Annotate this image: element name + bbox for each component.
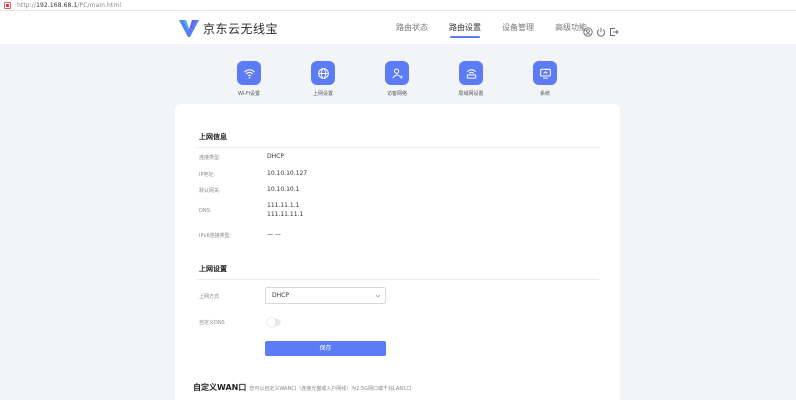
subnav-system[interactable]: 系统 bbox=[515, 61, 575, 97]
connection-type-value: DHCP bbox=[267, 153, 284, 160]
subnav-internet-settings[interactable]: 上网设置 bbox=[293, 61, 353, 97]
subnav-label: 访客网络 bbox=[386, 91, 407, 97]
browser-address-bar[interactable]: http://192.168.68.1/PC/main.html bbox=[0, 0, 796, 11]
divider bbox=[197, 279, 599, 280]
globe-icon-tile bbox=[311, 61, 335, 85]
top-header: 京东云无线宝 路由状态 路由设置 设备管理 高级功能 bbox=[0, 11, 796, 44]
wifi-icon-tile bbox=[237, 61, 261, 85]
toggle-knob bbox=[267, 318, 276, 327]
settings-subnav: Wi-Fi设置 上网设置 访客网络 局域网设置 系统 bbox=[0, 61, 796, 101]
logo-icon bbox=[179, 20, 199, 37]
network-info-title: 上网信息 bbox=[199, 133, 227, 141]
subnav-guest-network[interactable]: 访客网络 bbox=[367, 61, 427, 97]
lan-icon-tile bbox=[459, 61, 483, 85]
subnav-label: 局域网设置 bbox=[458, 91, 484, 97]
subnav-lan-settings[interactable]: 局域网设置 bbox=[441, 61, 501, 97]
main-nav: 路由状态 路由设置 设备管理 高级功能 bbox=[396, 11, 608, 44]
connection-mode-select[interactable]: DHCP bbox=[265, 287, 386, 304]
brand-logo[interactable]: 京东云无线宝 bbox=[178, 18, 278, 38]
wifi-icon bbox=[243, 68, 255, 79]
logout-icon[interactable] bbox=[609, 22, 619, 36]
dns-label: DNS: bbox=[199, 208, 212, 214]
save-button[interactable]: 保存 bbox=[265, 341, 386, 356]
ip-address-label: IP地址: bbox=[199, 172, 216, 178]
gateway-value: 10.10.10.1 bbox=[267, 186, 300, 193]
guest-icon bbox=[391, 68, 403, 78]
dns-primary-value: 111.11.1.1 bbox=[267, 202, 300, 209]
ipv6-type-label: IPv6连接类型: bbox=[199, 233, 232, 239]
network-settings-title: 上网设置 bbox=[199, 265, 227, 273]
connection-type-label: 连接类型: bbox=[199, 155, 221, 161]
monitor-icon bbox=[539, 68, 551, 79]
connection-mode-label: 上网方式 bbox=[199, 294, 220, 300]
custom-dns-label: 自定义DNS bbox=[199, 320, 225, 326]
monitor-icon-tile bbox=[533, 61, 557, 85]
subnav-wifi-settings[interactable]: Wi-Fi设置 bbox=[219, 61, 279, 97]
subnav-label: 上网设置 bbox=[312, 91, 333, 97]
subnav-label: 系统 bbox=[539, 91, 550, 97]
favicon-icon bbox=[4, 1, 11, 9]
custom-wan-section: 自定义WAN口 您可以自定义WAN口（连接光猫或入户网线）为2.5G网口或千兆L… bbox=[193, 382, 411, 393]
header-actions bbox=[583, 22, 622, 37]
custom-wan-description: 您可以自定义WAN口（连接光猫或入户网线）为2.5G网口或千兆LAN1口 bbox=[249, 386, 412, 392]
guest-icon-tile bbox=[385, 61, 409, 85]
custom-wan-title: 自定义WAN口 bbox=[193, 383, 247, 392]
power-icon[interactable] bbox=[596, 22, 606, 37]
nav-router-settings[interactable]: 路由设置 bbox=[449, 11, 481, 44]
brand-name: 京东云无线宝 bbox=[203, 21, 279, 36]
chevron-down-icon bbox=[375, 294, 381, 298]
globe-icon bbox=[317, 67, 329, 79]
custom-dns-toggle[interactable] bbox=[267, 318, 281, 327]
connection-mode-value: DHCP bbox=[272, 292, 289, 299]
user-icon[interactable] bbox=[583, 22, 593, 37]
nav-device-management[interactable]: 设备管理 bbox=[502, 11, 534, 44]
divider bbox=[197, 147, 599, 148]
address-url[interactable]: http://192.168.68.1/PC/main.html bbox=[17, 2, 121, 9]
gateway-label: 默认网关: bbox=[199, 188, 221, 194]
ip-address-value: 10.10.10.127 bbox=[267, 170, 308, 177]
dns-secondary-value: 111.11.11.1 bbox=[267, 211, 304, 218]
settings-panel: 上网信息 连接类型: DHCP IP地址: 10.10.10.127 默认网关:… bbox=[175, 104, 620, 400]
ipv6-type-value: — — bbox=[267, 231, 281, 238]
lan-icon bbox=[466, 68, 476, 79]
subnav-label: Wi-Fi设置 bbox=[238, 91, 260, 97]
nav-router-status[interactable]: 路由状态 bbox=[396, 11, 428, 44]
